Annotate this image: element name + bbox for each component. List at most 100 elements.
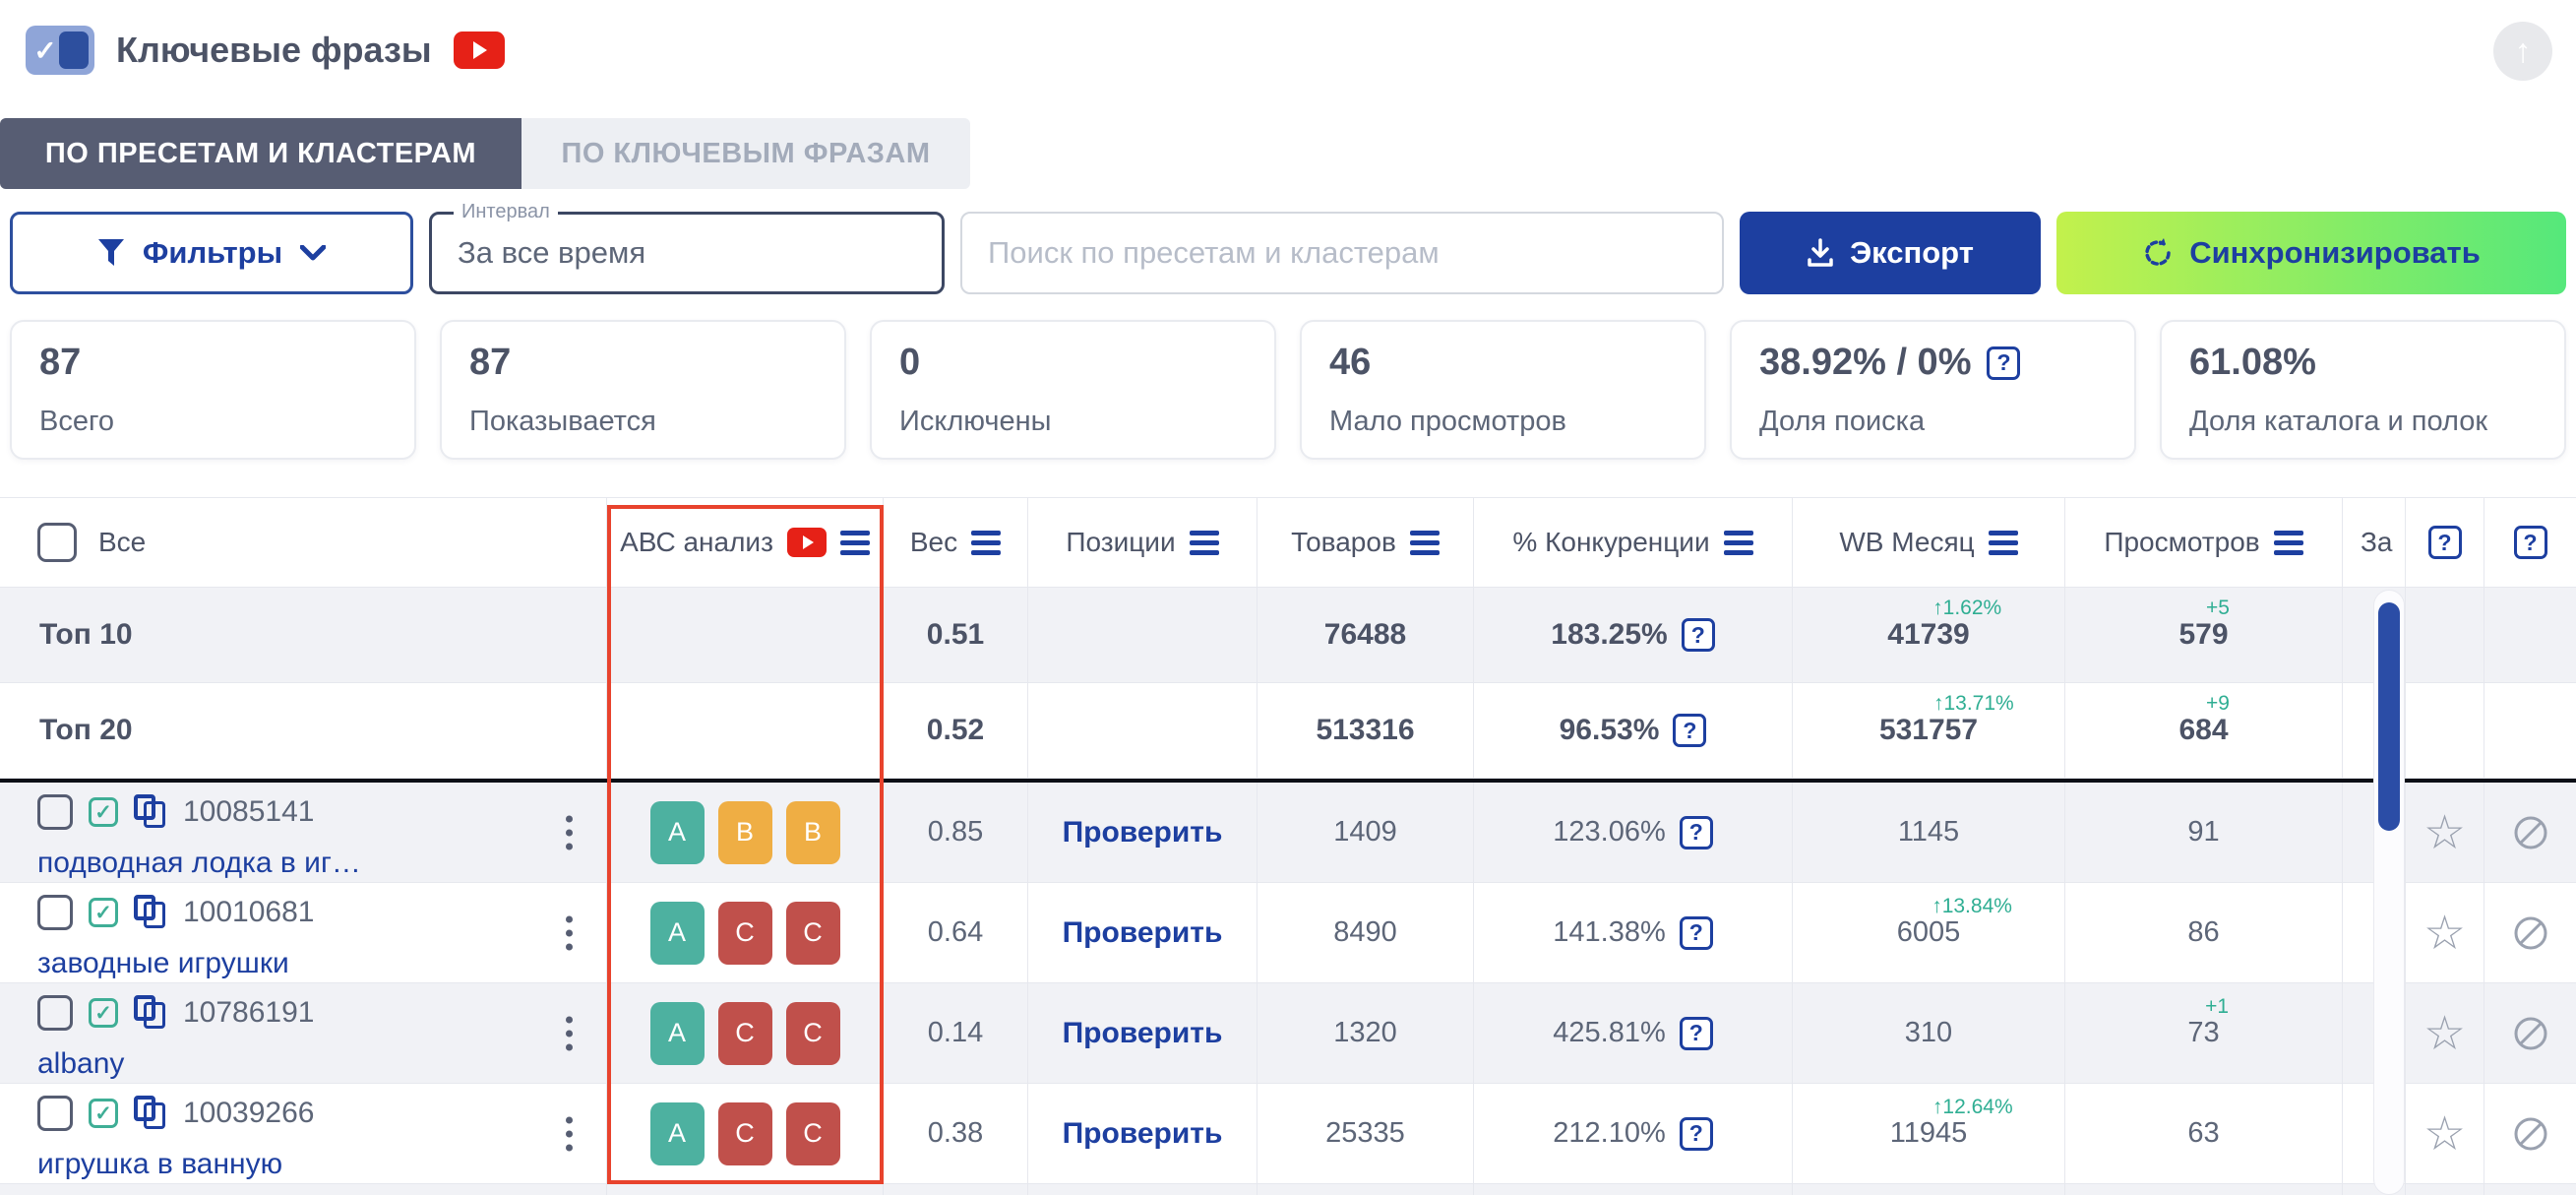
interval-input[interactable] <box>458 235 893 271</box>
filters-label: Фильтры <box>143 235 282 271</box>
stat-label: Мало просмотров <box>1329 406 1677 438</box>
help-icon[interactable]: ? <box>1682 618 1715 652</box>
scrollbar-thumb[interactable] <box>2378 602 2400 831</box>
row-checkbox[interactable] <box>37 794 73 830</box>
column-header-views[interactable]: Просмотров <box>2065 498 2343 587</box>
copy-icon[interactable] <box>134 794 167 830</box>
check-positions-link[interactable]: Проверить <box>1063 916 1223 950</box>
help-icon[interactable]: ? <box>1680 1017 1713 1050</box>
stat-card-low-views: 46 Мало просмотров <box>1300 320 1706 460</box>
column-menu-icon[interactable] <box>971 531 1001 555</box>
stat-value: 0 <box>899 342 1247 384</box>
column-menu-icon[interactable] <box>1190 531 1219 555</box>
preset-name-link[interactable]: подводная лодка в иг… <box>37 847 361 880</box>
preset-name-link[interactable]: игрушка в ванную <box>37 1148 282 1181</box>
interval-field[interactable]: Интервал <box>429 212 945 294</box>
table-row: ✓ 10786191 albany A C C 0.14 Проверить 1… <box>0 983 2576 1084</box>
column-menu-icon[interactable] <box>1410 531 1440 555</box>
column-menu-icon[interactable] <box>840 531 870 555</box>
exclude-icon[interactable] <box>2512 1115 2549 1153</box>
active-check-icon[interactable]: ✓ <box>89 1099 118 1128</box>
tab-label: ПО КЛЮЧЕВЫМ ФРАЗАМ <box>561 138 930 170</box>
check-positions-link[interactable]: Проверить <box>1063 1017 1223 1050</box>
vertical-scrollbar[interactable] <box>2373 590 2405 1195</box>
column-header-competition[interactable]: % Конкуренции <box>1474 498 1793 587</box>
abc-badge[interactable]: A <box>650 1002 705 1065</box>
row-checkbox[interactable] <box>37 1096 73 1131</box>
abc-badge[interactable]: B <box>718 801 772 864</box>
row-menu-icon[interactable] <box>566 915 573 950</box>
favorite-star-icon[interactable]: ☆ <box>2423 809 2466 856</box>
abc-badge[interactable]: A <box>650 902 705 965</box>
preset-name-link[interactable]: albany <box>37 1047 124 1081</box>
column-header-ves[interactable]: Вес <box>884 498 1028 587</box>
select-all-checkbox[interactable] <box>37 523 77 562</box>
row-menu-icon[interactable] <box>566 1016 573 1050</box>
copy-icon[interactable] <box>134 995 167 1031</box>
active-check-icon[interactable]: ✓ <box>89 898 118 927</box>
help-icon[interactable]: ? <box>1673 714 1706 747</box>
filters-button[interactable]: Фильтры <box>10 212 413 294</box>
keyphrases-toggle[interactable]: ✓ <box>26 26 94 75</box>
copy-icon[interactable] <box>134 1096 167 1131</box>
youtube-icon[interactable] <box>787 528 827 557</box>
download-icon <box>1807 238 1834 268</box>
row-checkbox[interactable] <box>37 995 73 1031</box>
help-icon[interactable]: ? <box>1680 816 1713 849</box>
column-menu-icon[interactable] <box>1724 531 1753 555</box>
help-icon[interactable]: ? <box>1680 1117 1713 1151</box>
sync-button[interactable]: Синхронизировать <box>2056 212 2566 294</box>
exclude-icon[interactable] <box>2512 914 2549 952</box>
abc-badge[interactable]: C <box>786 1102 840 1165</box>
export-button[interactable]: Экспорт <box>1740 212 2041 294</box>
column-header-positions[interactable]: Позиции <box>1028 498 1257 587</box>
abc-badge[interactable]: C <box>786 1002 840 1065</box>
youtube-icon[interactable] <box>454 31 505 69</box>
row-menu-icon[interactable] <box>566 815 573 849</box>
tab-presets-clusters[interactable]: ПО ПРЕСЕТАМ И КЛАСТЕРАМ <box>0 118 521 189</box>
tab-key-phrases[interactable]: ПО КЛЮЧЕВЫМ ФРАЗАМ <box>521 118 970 189</box>
preset-name-link[interactable]: заводные игрушки <box>37 947 289 980</box>
competition-value: 425.81% <box>1553 1017 1666 1049</box>
exclude-icon[interactable] <box>2512 1015 2549 1052</box>
wb-month-value: 310 <box>1905 1017 1952 1048</box>
abc-badge[interactable]: A <box>650 1102 705 1165</box>
column-header-truncated[interactable]: За <box>2343 498 2406 587</box>
ves-value: 0.38 <box>884 1084 1028 1183</box>
abc-badge[interactable]: C <box>718 1002 772 1065</box>
ves-value: 0.64 <box>884 883 1028 982</box>
views-change: +1 <box>2205 995 2229 1019</box>
toolbar: Фильтры Интервал Экспорт Синхронизироват… <box>0 212 2576 294</box>
favorite-star-icon[interactable]: ☆ <box>2423 1110 2466 1158</box>
active-check-icon[interactable]: ✓ <box>89 998 118 1028</box>
row-checkbox[interactable] <box>37 895 73 930</box>
column-menu-icon[interactable] <box>1989 531 2018 555</box>
column-header-abc[interactable]: АВС анализ <box>607 498 884 587</box>
active-check-icon[interactable]: ✓ <box>89 797 118 827</box>
abc-badge[interactable]: A <box>650 801 705 864</box>
check-positions-link[interactable]: Проверить <box>1063 816 1223 849</box>
favorite-star-icon[interactable]: ☆ <box>2423 910 2466 957</box>
column-label: Товаров <box>1291 527 1396 558</box>
column-menu-icon[interactable] <box>2274 531 2303 555</box>
exclude-icon[interactable] <box>2512 814 2549 851</box>
column-header-products[interactable]: Товаров <box>1257 498 1474 587</box>
column-header-wb-month[interactable]: WB Месяц <box>1793 498 2065 587</box>
search-input[interactable] <box>988 235 1696 271</box>
help-icon[interactable]: ? <box>2428 526 2462 559</box>
scroll-to-top-button[interactable]: ↑ <box>2493 22 2552 81</box>
summary-row-top20: Топ 20 0.52 513316 96.53% ? ↑13.71%53175… <box>0 683 2576 779</box>
help-icon[interactable]: ? <box>1987 346 2020 380</box>
row-menu-icon[interactable] <box>566 1116 573 1151</box>
check-icon: ✓ <box>31 34 59 67</box>
abc-badge[interactable]: C <box>718 902 772 965</box>
check-positions-link[interactable]: Проверить <box>1063 1117 1223 1151</box>
abc-badge[interactable]: C <box>786 902 840 965</box>
help-icon[interactable]: ? <box>1680 916 1713 950</box>
ves-value <box>884 1184 1028 1195</box>
help-icon[interactable]: ? <box>2514 526 2547 559</box>
copy-icon[interactable] <box>134 895 167 930</box>
abc-badge[interactable]: C <box>718 1102 772 1165</box>
favorite-star-icon[interactable]: ☆ <box>2423 1010 2466 1057</box>
abc-badge[interactable]: B <box>786 801 840 864</box>
